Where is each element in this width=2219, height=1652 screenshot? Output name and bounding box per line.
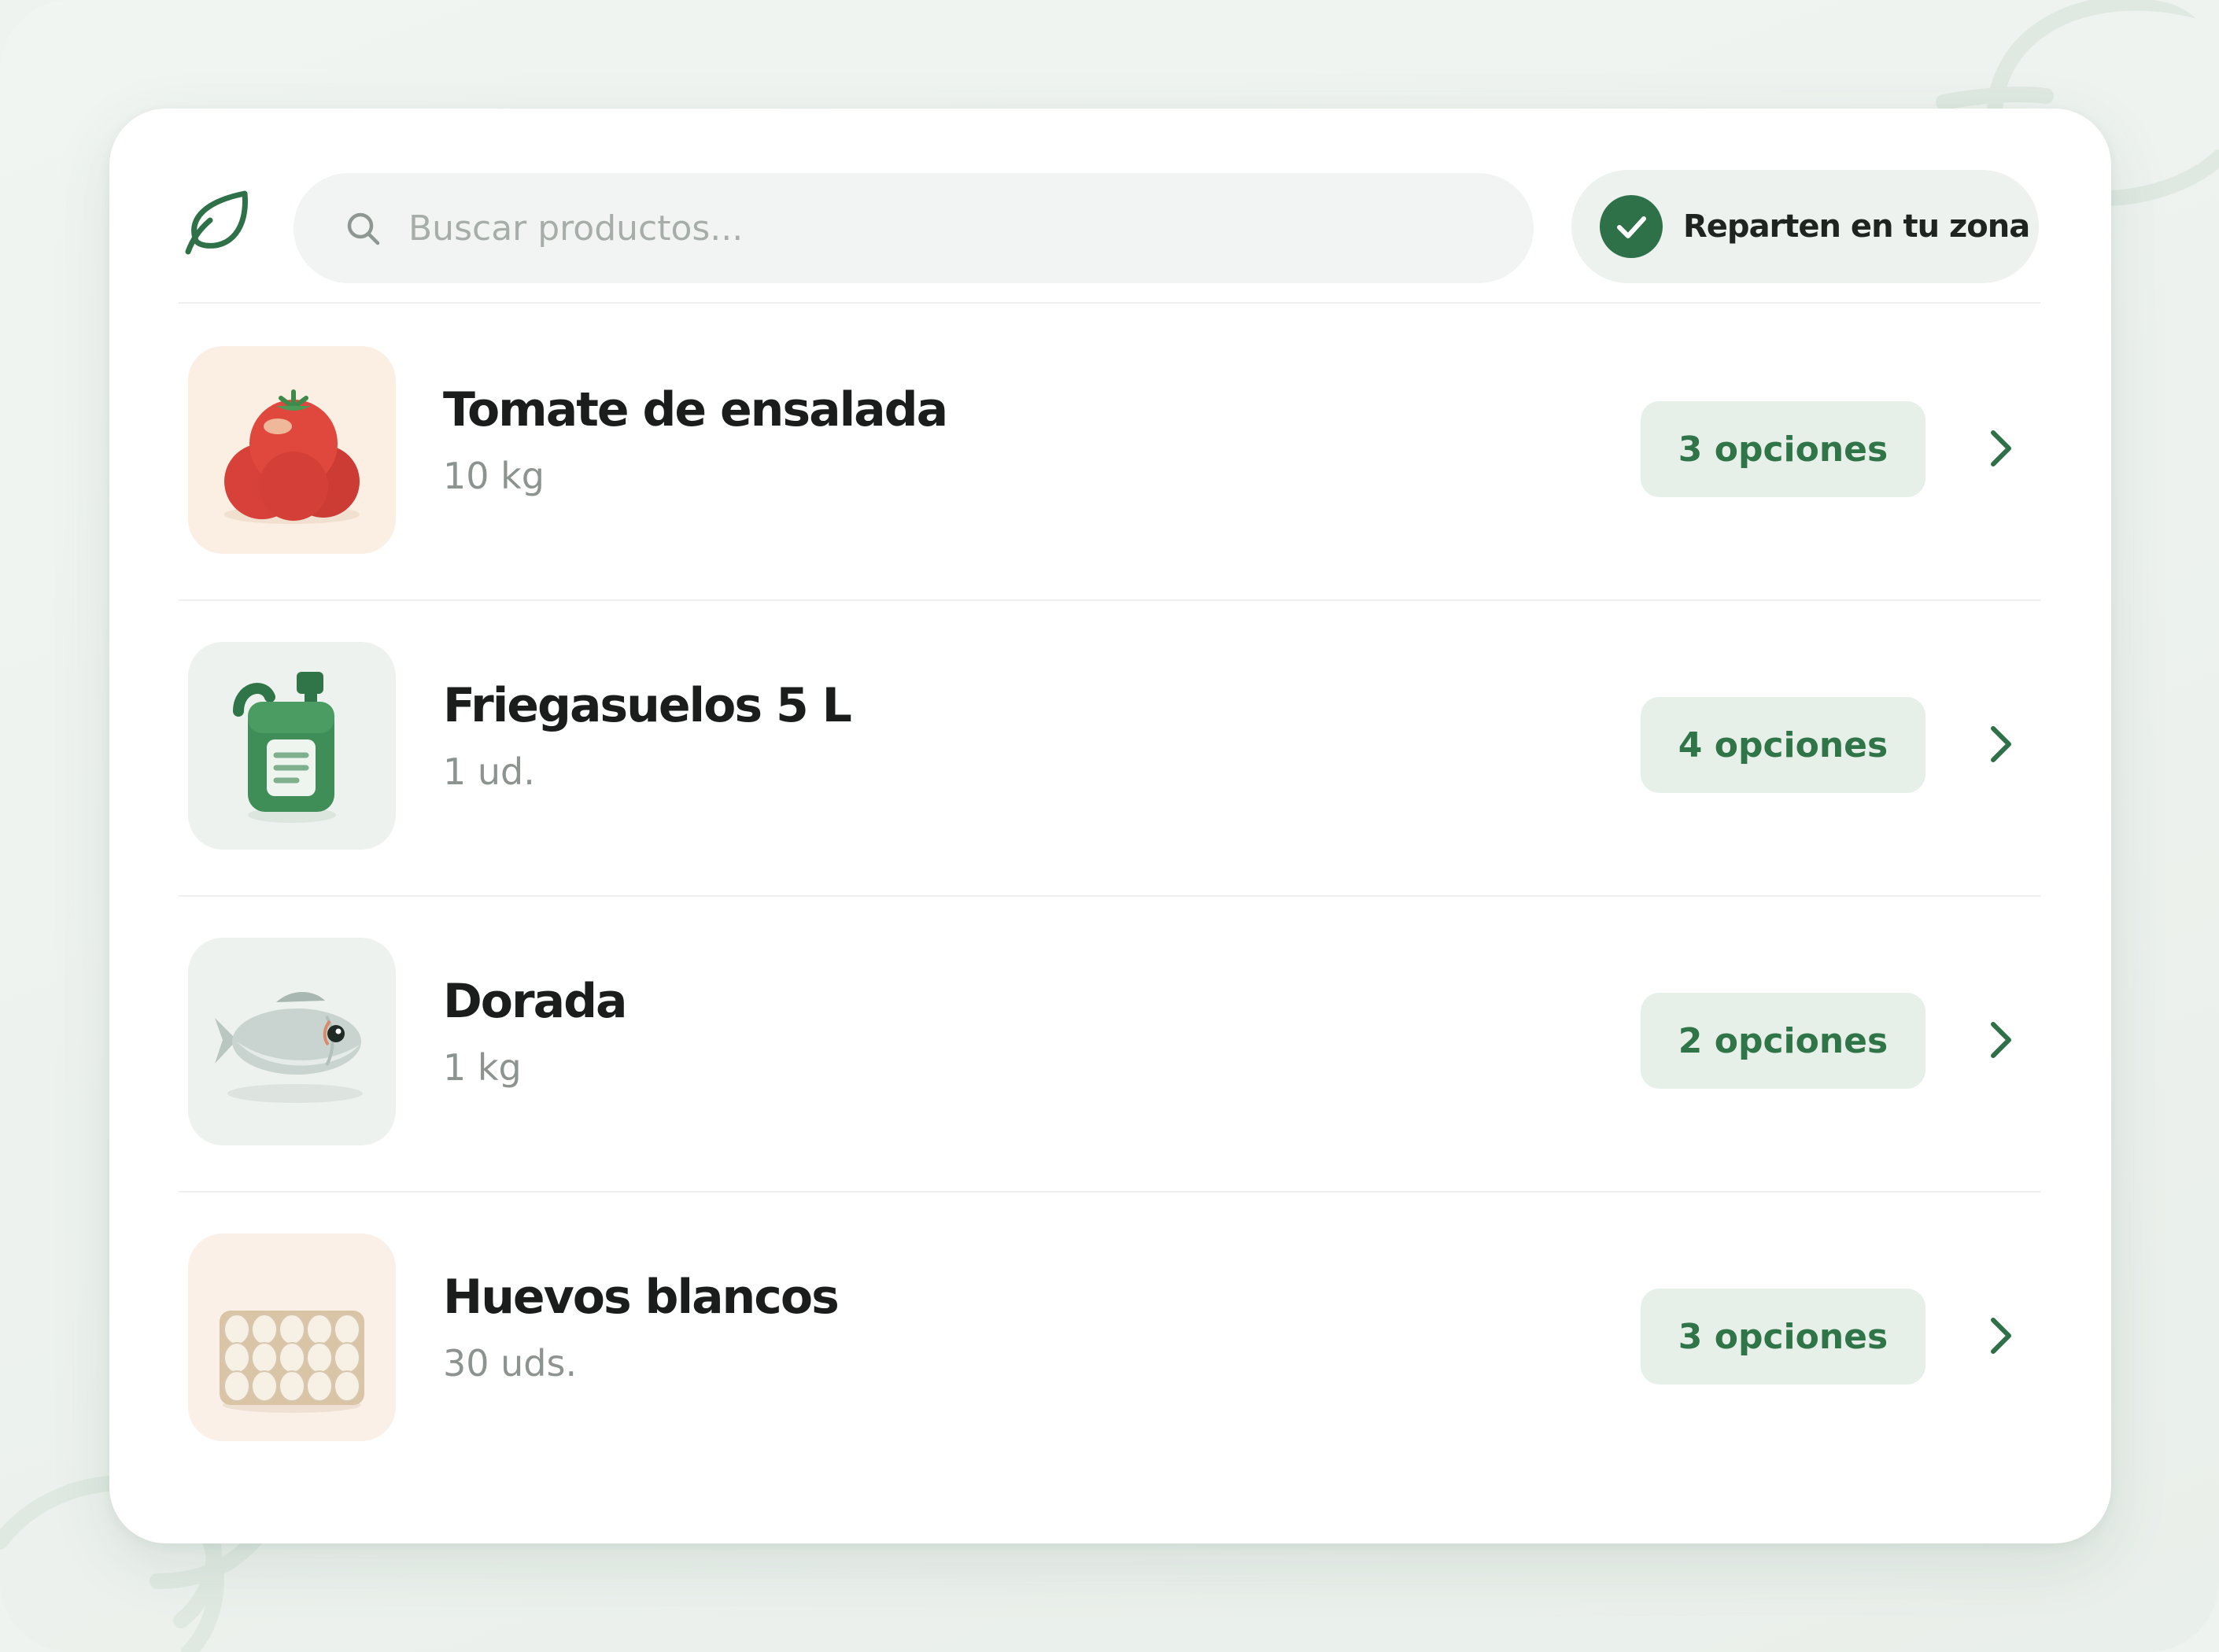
product-row-dorada[interactable]: Dorada 1 kg 2 opciones bbox=[109, 897, 2111, 1191]
header-divider bbox=[179, 302, 2040, 304]
product-quantity: 1 kg bbox=[443, 1046, 522, 1089]
product-quantity: 1 ud. bbox=[443, 750, 535, 793]
fish-icon bbox=[215, 992, 363, 1103]
search-input[interactable] bbox=[294, 173, 1534, 283]
product-name: Huevos blancos bbox=[443, 1270, 840, 1325]
delivery-zone-label: Reparten en tu zona bbox=[1683, 208, 2030, 245]
chevron-right-icon[interactable] bbox=[1981, 1018, 2020, 1062]
chevron-right-icon[interactable] bbox=[1981, 426, 2020, 470]
product-thumbnail bbox=[188, 642, 396, 850]
chevron-right-icon[interactable] bbox=[1981, 1314, 2020, 1358]
options-button[interactable]: 3 opciones bbox=[1641, 401, 1925, 497]
product-name: Tomate de ensalada bbox=[443, 382, 948, 437]
product-list-card: Reparten en tu zona Tomate de ensalada 1… bbox=[109, 109, 2111, 1543]
product-row-friegasuelos[interactable]: Friegasuelos 5 L 1 ud. 4 opciones bbox=[109, 601, 2111, 895]
product-name: Dorada bbox=[443, 974, 628, 1029]
product-row-tomate[interactable]: Tomate de ensalada 10 kg 3 opciones bbox=[109, 305, 2111, 599]
product-thumbnail bbox=[188, 1233, 396, 1441]
product-row-huevos[interactable]: Huevos blancos 30 uds. 3 opciones bbox=[109, 1193, 2111, 1487]
options-button[interactable]: 2 opciones bbox=[1641, 993, 1925, 1089]
product-name: Friegasuelos 5 L bbox=[443, 678, 852, 733]
delivery-zone-badge: Reparten en tu zona bbox=[1571, 170, 2039, 283]
product-quantity: 30 uds. bbox=[443, 1342, 578, 1385]
check-circle-icon bbox=[1600, 195, 1663, 258]
options-button[interactable]: 3 opciones bbox=[1641, 1289, 1925, 1385]
tomato-icon bbox=[224, 389, 360, 524]
leaf-icon bbox=[185, 190, 248, 255]
options-button[interactable]: 4 opciones bbox=[1641, 697, 1925, 793]
product-thumbnail bbox=[188, 938, 396, 1145]
product-thumbnail bbox=[188, 346, 396, 554]
detergent-bottle-icon bbox=[233, 672, 336, 823]
product-quantity: 10 kg bbox=[443, 455, 545, 497]
egg-carton-icon bbox=[220, 1311, 364, 1413]
chevron-right-icon[interactable] bbox=[1981, 722, 2020, 766]
header-bar: Reparten en tu zona bbox=[109, 109, 2111, 304]
